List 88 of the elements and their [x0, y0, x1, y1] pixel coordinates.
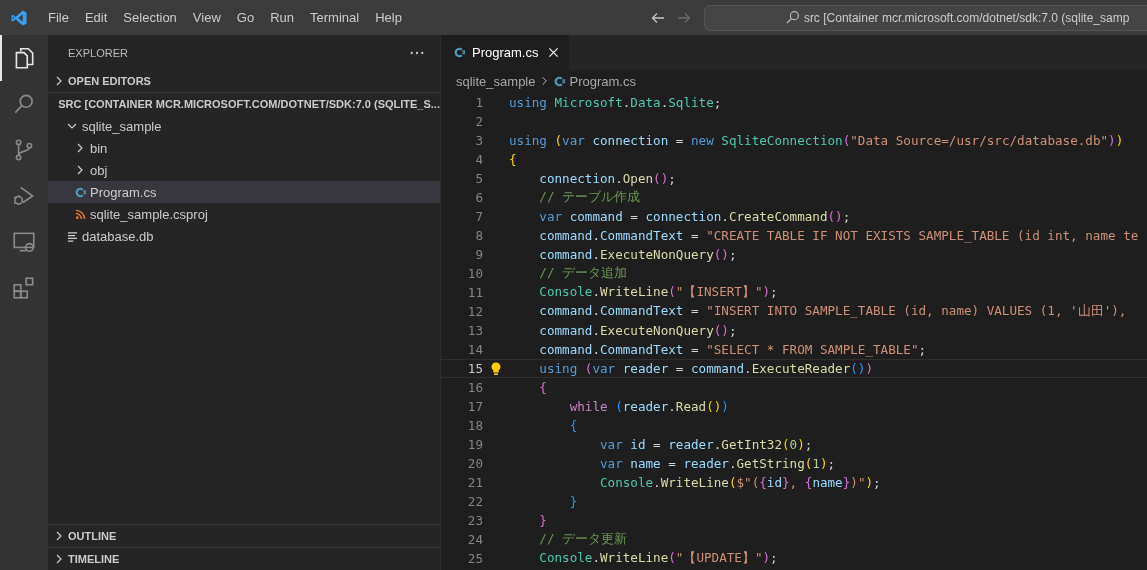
line-number: 14	[466, 342, 483, 357]
lightbulb-icon[interactable]	[491, 361, 501, 376]
code-line: Console.WriteLine("【UPDATE】");	[538, 550, 778, 567]
code-line: {	[509, 152, 517, 167]
line-number: 24	[466, 532, 483, 547]
chevron-icon	[54, 76, 64, 86]
code-line: }	[538, 513, 547, 528]
line-number: 1	[474, 95, 483, 110]
more-actions-icon[interactable]	[410, 50, 424, 55]
tree-item[interactable]: sqlite_sample	[48, 115, 440, 137]
csharp-file-icon	[73, 185, 87, 199]
menu-item[interactable]: Edit	[76, 10, 116, 25]
section-header[interactable]: SRC [CONTAINER MCR.MICROSOFT.COM/DOTNET/SDK:7.0 (SQLITE_S...	[48, 93, 440, 115]
line-number: 10	[466, 266, 483, 281]
menu-item[interactable]: Help	[367, 10, 410, 25]
line-number: 19	[466, 437, 483, 452]
tree-item[interactable]: database.db	[48, 225, 440, 247]
csharp-file-icon	[453, 46, 466, 59]
code-line: command.CommandText = "CREATE TABLE IF NOT EXISTS SAMPLE_TABLE (id int, name te	[538, 228, 1139, 243]
tree-item[interactable]: obj	[48, 159, 440, 181]
code-line: using Microsoft.Data.Sqlite;	[509, 95, 722, 110]
line-number: 20	[466, 456, 483, 471]
chevron-icon	[75, 165, 85, 175]
chevron-icon	[54, 554, 64, 564]
line-number: 23	[466, 513, 483, 528]
menu-item[interactable]: View	[184, 10, 229, 25]
menu-item[interactable]: File	[40, 10, 77, 25]
line-number: 22	[466, 494, 483, 509]
line-number: 9	[474, 247, 483, 262]
section-header[interactable]: TIMELINE	[48, 548, 440, 570]
code-line: var command = connection.CreateCommand();	[538, 209, 851, 224]
line-number: 2	[474, 114, 483, 129]
code-line: using (var connection = new SqliteConnection("Data Source=/usr/src/database.db"))	[509, 133, 1124, 148]
code-line: Console.WriteLine($"({id}, {name})");	[599, 475, 881, 490]
tree-item[interactable]: bin	[48, 137, 440, 159]
code-line: command.CommandText = "INSERT INTO SAMPLE_TABLE (id, name) VALUES (1, '山田'),	[538, 303, 1127, 320]
csharp-file-icon	[552, 74, 566, 88]
sidebar-title: EXPLORER	[68, 46, 128, 59]
code-line: {	[538, 380, 547, 395]
code-line: // データ追加	[538, 265, 628, 282]
code-line: command.CommandText = "SELECT * FROM SAMPLE_TABLE";	[538, 342, 927, 357]
code-line: command.ExecuteNonQuery();	[538, 323, 737, 338]
command-center-search[interactable]: src [Container mcr.microsoft.com/dotnet/sdk:7.0 (sqlite_samp	[703, 4, 1147, 31]
code-line: // テーブル作成	[538, 189, 641, 206]
editor-tab[interactable]: Program.cs	[441, 35, 570, 70]
code-line: command.ExecuteNonQuery();	[538, 247, 737, 262]
menu-item[interactable]: Selection	[115, 10, 185, 25]
code-line: while (reader.Read())	[568, 399, 729, 414]
code-line: Console.WriteLine("【INSERT】");	[538, 284, 778, 301]
section-header[interactable]: OPEN EDITORS	[48, 70, 440, 92]
chevron-icon	[54, 531, 64, 541]
line-number: 17	[466, 399, 483, 414]
line-number: 4	[474, 152, 483, 167]
section-header[interactable]: OUTLINE	[48, 525, 440, 547]
line-number: 8	[474, 228, 483, 243]
breadcrumb-item[interactable]: sqlite_sample	[456, 73, 536, 89]
code-line: // データ更新	[538, 531, 628, 548]
breadcrumb-item[interactable]: Program.cs	[569, 73, 636, 89]
line-number: 7	[474, 209, 483, 224]
code-line: }	[568, 494, 578, 509]
line-number: 12	[466, 304, 483, 319]
chevron-icon	[67, 121, 77, 131]
line-number: 5	[474, 171, 483, 186]
line-number: 25	[466, 551, 483, 566]
line-number: 3	[474, 133, 483, 148]
app-logo-icon	[10, 8, 28, 27]
menu-item[interactable]: Run	[262, 10, 302, 25]
close-icon[interactable]	[548, 47, 560, 58]
line-number: 15	[466, 361, 483, 376]
code-line: var id = reader.GetInt32(0);	[599, 437, 813, 452]
tree-item[interactable]: Program.cs	[48, 181, 440, 203]
line-number: 6	[474, 190, 483, 205]
code-line: connection.Open();	[538, 171, 676, 186]
text-file-icon	[66, 230, 78, 242]
tree-item[interactable]: sqlite_sample.csproj	[48, 203, 440, 225]
feed-icon	[74, 208, 86, 220]
line-number: 16	[466, 380, 483, 395]
menu-item[interactable]: Go	[228, 10, 263, 25]
search-icon	[784, 10, 800, 25]
code-line: using (var reader = command.ExecuteReader())	[538, 361, 874, 376]
line-number: 11	[466, 285, 483, 300]
code-line: {	[568, 418, 578, 433]
chevron-icon	[75, 143, 85, 153]
line-number: 18	[466, 418, 483, 433]
line-number: 13	[466, 323, 483, 338]
menu-item[interactable]: Terminal	[302, 10, 368, 25]
line-number: 21	[466, 475, 483, 490]
code-line: var name = reader.GetString(1);	[599, 456, 836, 471]
